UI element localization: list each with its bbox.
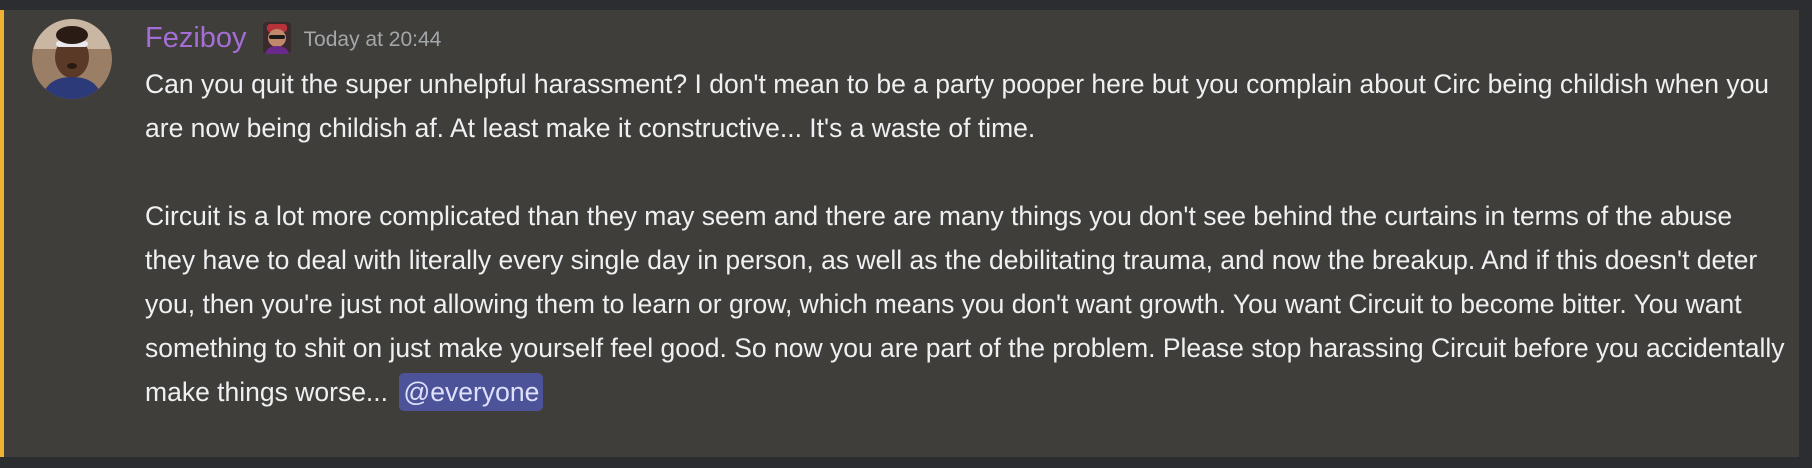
role-emoji-icon bbox=[259, 20, 295, 56]
message-paragraph-2-text: Circuit is a lot more complicated than t… bbox=[145, 201, 1785, 407]
mention-highlight-bar bbox=[0, 10, 4, 457]
everyone-mention[interactable]: @everyone bbox=[399, 373, 544, 411]
message-paragraph-2: Circuit is a lot more complicated than t… bbox=[145, 194, 1785, 414]
message-content: Can you quit the super unhelpful harassm… bbox=[145, 62, 1785, 414]
user-avatar[interactable] bbox=[32, 19, 112, 99]
message-timestamp[interactable]: Today at 20:44 bbox=[304, 24, 442, 52]
message-header: Feziboy Today at 20:44 bbox=[145, 16, 441, 60]
message-paragraph-1: Can you quit the super unhelpful harassm… bbox=[145, 69, 1770, 143]
chat-message: Feziboy Today at 20:44 Can you quit the … bbox=[0, 10, 1799, 457]
avatar-image bbox=[32, 19, 112, 99]
username[interactable]: Feziboy bbox=[145, 22, 247, 55]
